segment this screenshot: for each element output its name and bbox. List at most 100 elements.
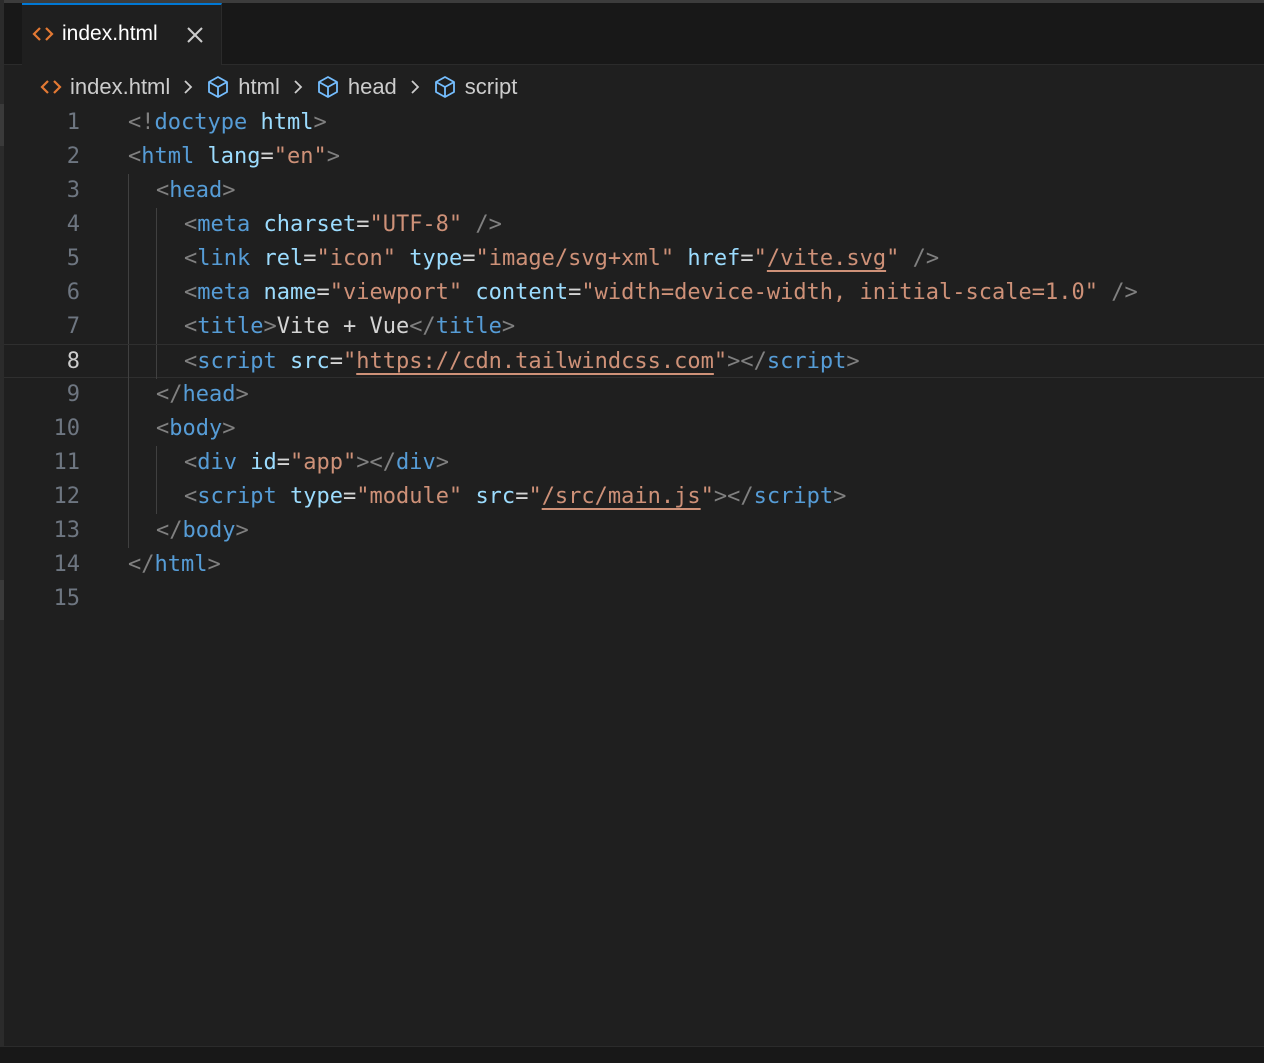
code-token: https://cdn.tailwindcss.com — [356, 349, 714, 374]
code-text: </head> — [156, 378, 249, 412]
code-token: "en" — [273, 144, 327, 169]
code-token: > — [222, 416, 236, 441]
code-token: < — [184, 450, 198, 475]
code-line[interactable]: 10 <body> — [4, 412, 1264, 446]
code-line[interactable]: 1 <!doctype html> — [4, 106, 1264, 140]
code-line[interactable]: 8 <script src="https://cdn.tailwindcss.co… — [4, 344, 1264, 379]
close-icon[interactable] — [185, 25, 205, 45]
chevron-right-icon — [184, 80, 193, 94]
breadcrumb-item-html[interactable]: html — [206, 74, 280, 100]
indent-guide — [156, 208, 157, 242]
code-text: <script src="https://cdn.tailwindcss.com… — [184, 345, 860, 379]
tab-index-html[interactable]: index.html — [22, 3, 222, 65]
code-token: > — [313, 110, 327, 135]
code-token: script — [197, 484, 277, 509]
chevron-right-icon — [294, 80, 303, 94]
code-token: content — [475, 280, 569, 305]
line-number: 3 — [66, 178, 80, 203]
code-text: <meta name="viewport" content="width=dev… — [184, 276, 1138, 310]
line-number: 8 — [66, 349, 80, 374]
breadcrumb-item-head[interactable]: head — [316, 74, 397, 100]
indent-guide — [128, 174, 129, 208]
indent-guide — [128, 208, 129, 242]
code-line[interactable]: 7 <title>Vite + Vue</title> — [4, 310, 1264, 344]
code-token: </ — [156, 518, 183, 543]
code-token: > — [235, 518, 249, 543]
code-token: title — [435, 314, 502, 339]
horizontal-scrollbar[interactable] — [0, 1046, 1264, 1063]
code-token: meta — [197, 280, 251, 305]
code-token: "icon" — [316, 246, 396, 271]
indent-guide — [128, 310, 129, 344]
code-token: title — [197, 314, 264, 339]
code-token: " — [342, 349, 357, 374]
line-number: 15 — [53, 586, 81, 611]
code-token: body — [169, 416, 223, 441]
line-number: 5 — [66, 246, 80, 271]
code-line[interactable]: 4 <meta charset="UTF-8" /> — [4, 208, 1264, 242]
indent-guide — [128, 412, 129, 446]
code-line[interactable]: 11 <div id="app"></div> — [4, 446, 1264, 480]
code-token: < — [184, 314, 198, 339]
code-line[interactable]: 12 <script type="module" src="/src/main.j… — [4, 480, 1264, 514]
code-token: html — [141, 144, 195, 169]
code-token: " — [713, 349, 728, 374]
code-line[interactable]: 3 <head> — [4, 174, 1264, 208]
code-token: </ — [156, 382, 183, 407]
code-line[interactable]: 6 <meta name="viewport" content="width=de… — [4, 276, 1264, 310]
line-number: 12 — [53, 484, 81, 509]
breadcrumb-label: script — [464, 74, 518, 99]
indent-guide — [156, 242, 157, 276]
code-token: > — [263, 314, 277, 339]
indent-guide — [128, 345, 129, 379]
breadcrumb-item-file[interactable]: index.html — [40, 74, 170, 100]
code-token: id — [250, 450, 277, 475]
code-token: = — [568, 280, 582, 305]
line-number: 4 — [66, 212, 80, 237]
code-token: script — [766, 349, 847, 374]
code-text: <meta charset="UTF-8" /> — [184, 208, 502, 242]
code-token: " — [753, 246, 767, 271]
code-text: </body> — [156, 514, 249, 548]
code-token: ></ — [356, 450, 396, 475]
code-text: <script type="module" src="/src/main.js"… — [184, 480, 846, 514]
tab-bar: index.html — [4, 3, 1264, 65]
indent-guide — [128, 276, 129, 310]
code-line[interactable]: 9 </head> — [4, 378, 1264, 412]
code-line[interactable]: 14 </html> — [4, 548, 1264, 582]
code-editor[interactable]: 1 <!doctype html> 2 <html lang="en"> 3 <head>… — [4, 106, 1264, 1046]
code-token: rel — [263, 246, 304, 271]
code-line[interactable]: 5 <link rel="icon" type="image/svg+xml" h… — [4, 242, 1264, 276]
code-token: script — [197, 349, 277, 374]
code-token: < — [184, 246, 198, 271]
line-number: 9 — [66, 382, 80, 407]
breadcrumb-item-script[interactable]: script — [433, 74, 518, 100]
code-token: html — [260, 110, 314, 135]
code-token: "app" — [290, 450, 357, 475]
code-token: " — [528, 484, 542, 509]
chevron-right-icon — [411, 80, 420, 94]
code-token: </ — [128, 552, 155, 577]
code-token: > — [846, 349, 860, 374]
code-line[interactable]: 15 — [4, 582, 1264, 616]
code-token: = — [740, 246, 754, 271]
indent-guide — [156, 446, 157, 480]
code-token: Vite + Vue — [276, 314, 410, 339]
line-number: 10 — [53, 416, 81, 441]
code-line[interactable]: 2 <html lang="en"> — [4, 140, 1264, 174]
code-token: type — [409, 246, 463, 271]
code-token: < — [156, 178, 170, 203]
breadcrumb-label: html — [238, 74, 280, 99]
code-token: ></ — [727, 349, 767, 374]
code-text: <div id="app"></div> — [184, 446, 449, 480]
code-token: < — [184, 212, 198, 237]
code-token: < — [184, 280, 198, 305]
code-line[interactable]: 13 </body> — [4, 514, 1264, 548]
code-token: "module" — [356, 484, 463, 509]
indent-guide — [128, 378, 129, 412]
line-number: 7 — [66, 314, 80, 339]
